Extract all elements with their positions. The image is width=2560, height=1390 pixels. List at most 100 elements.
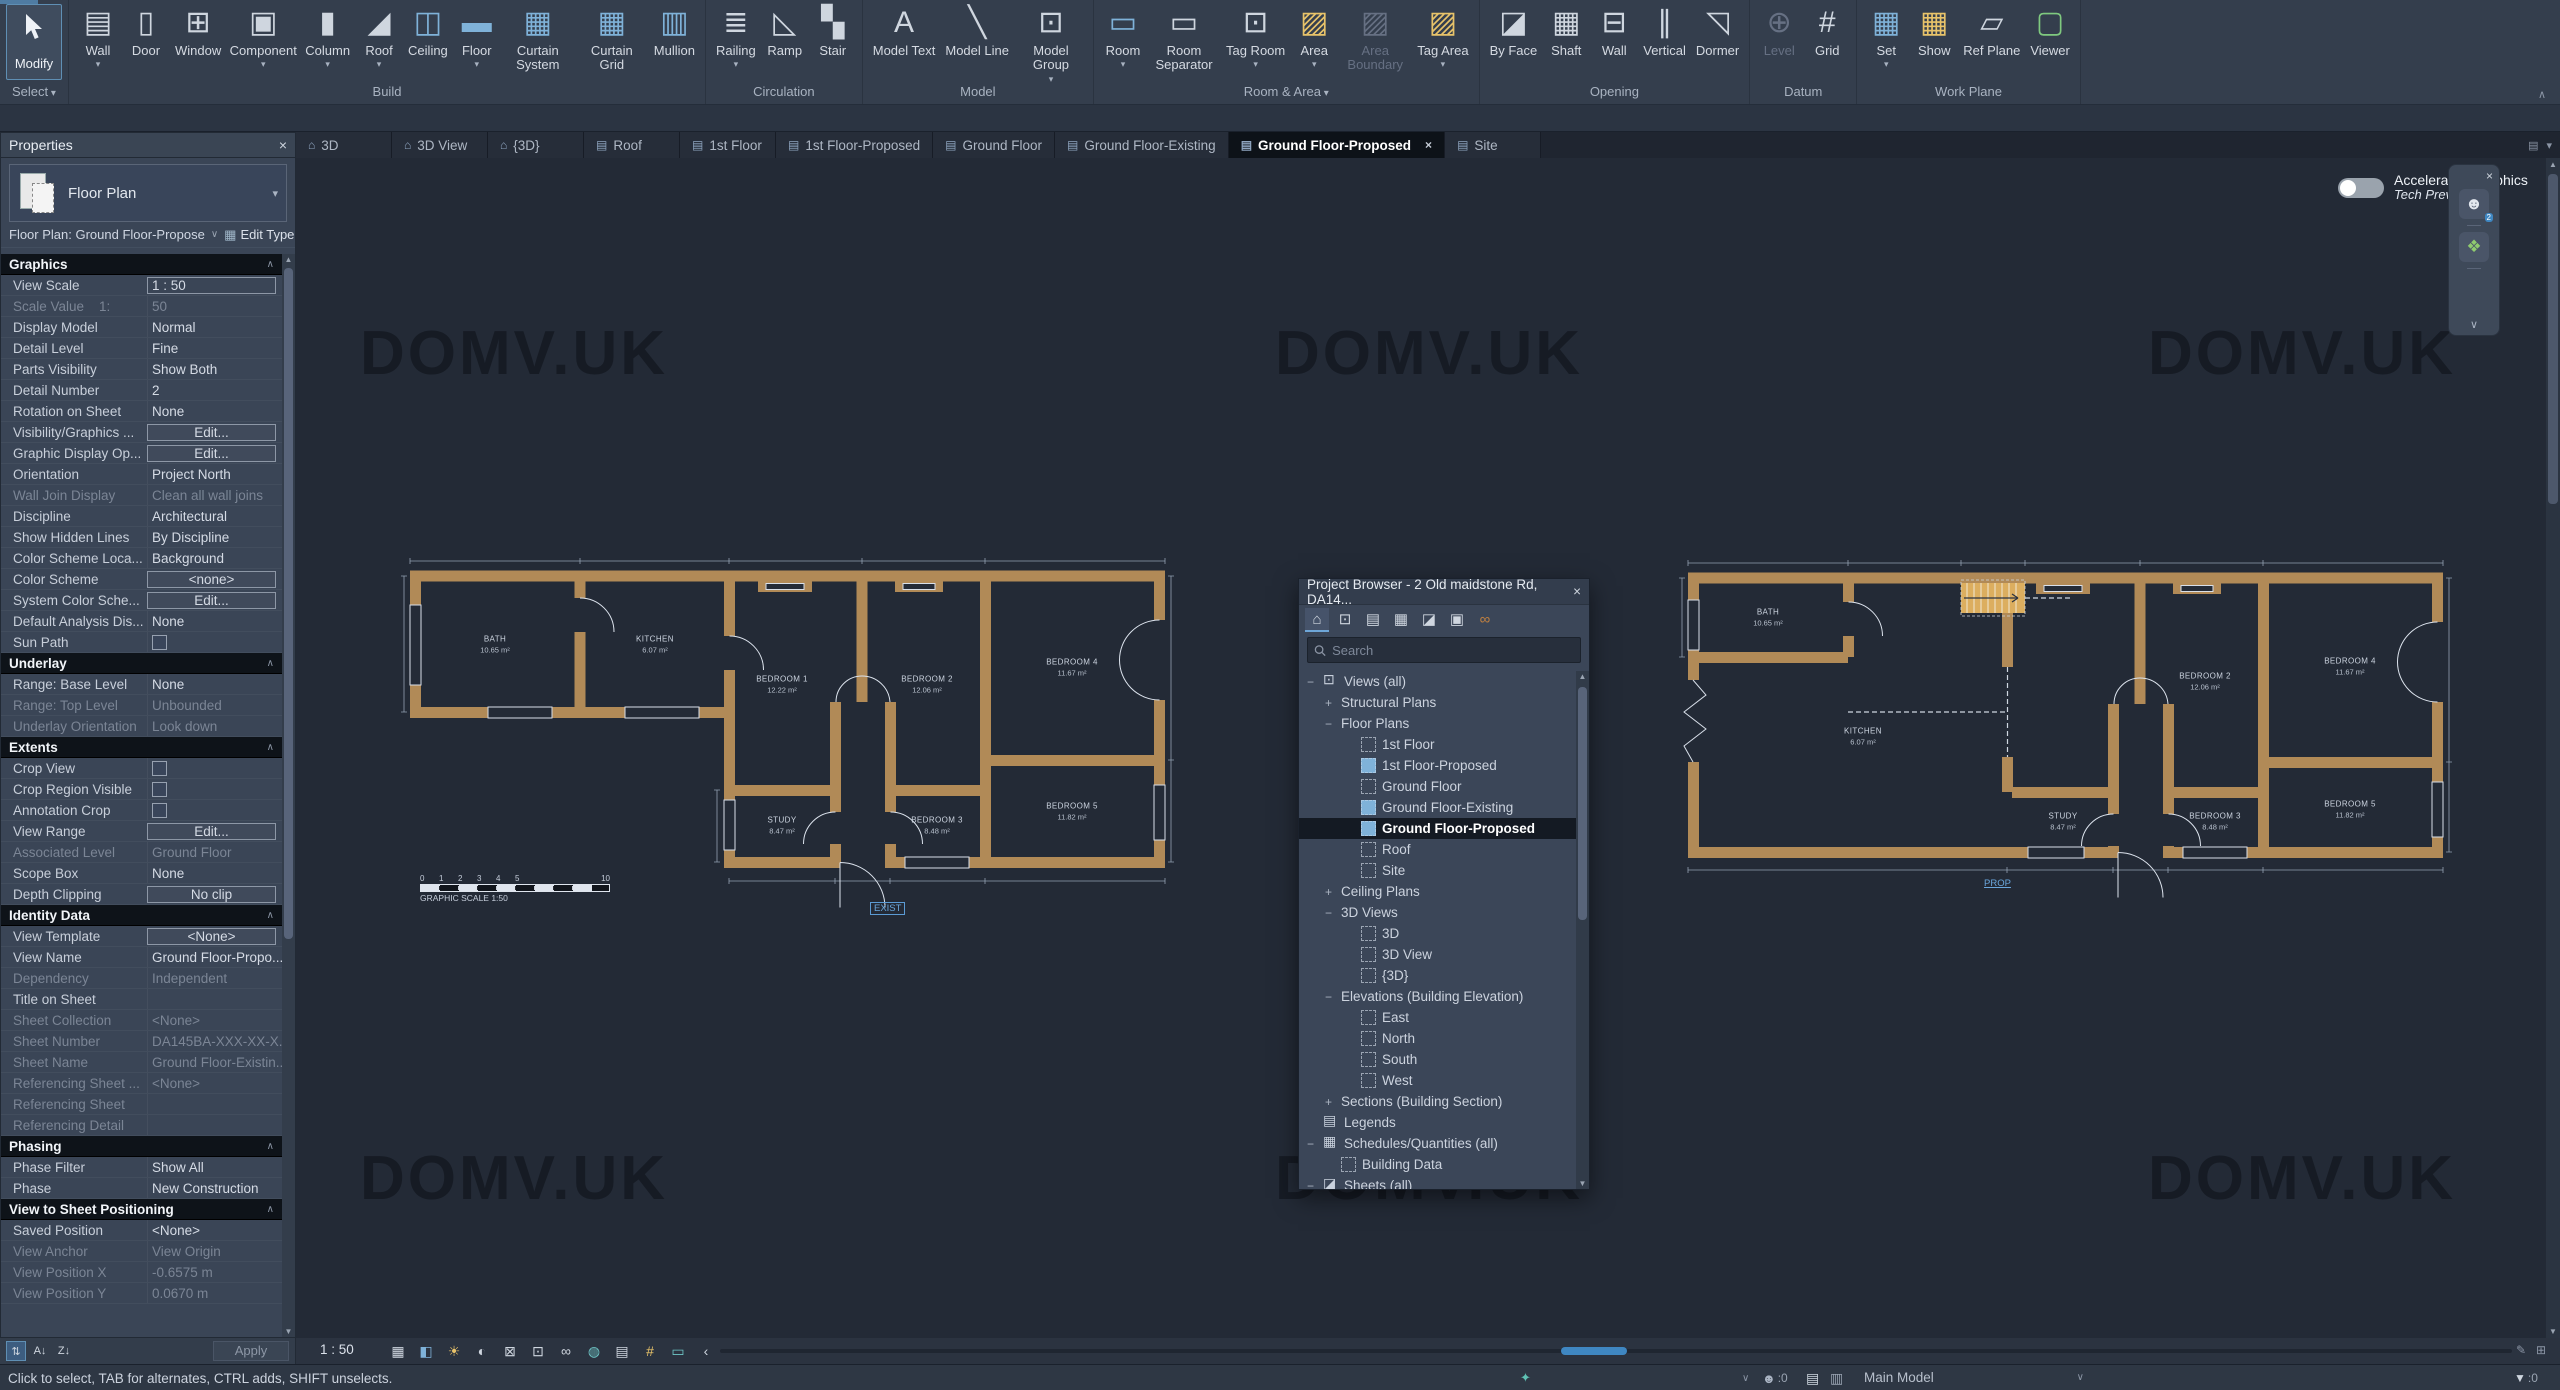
detail-level-icon[interactable]: ◧: [414, 1340, 438, 1362]
tree-item[interactable]: − Sheets (all): [1299, 1175, 1576, 1189]
tree-item[interactable]: + Ceiling Plans: [1299, 881, 1576, 902]
ribbon-button[interactable]: ▦ Show ▾: [1911, 4, 1957, 58]
close-icon[interactable]: ×: [1573, 584, 1581, 599]
property-value[interactable]: By Discipline: [147, 527, 282, 547]
view-tab[interactable]: ▤ 1st Floor-Proposed ×: [776, 132, 933, 158]
crop-view-icon[interactable]: ⊠: [498, 1340, 522, 1362]
scroll-up-icon[interactable]: ▲: [1576, 672, 1589, 681]
tree-item[interactable]: − Floor Plans: [1299, 713, 1576, 734]
pencil-icon[interactable]: ✎: [2516, 1343, 2526, 1357]
view-tab[interactable]: ▤ Ground Floor ×: [933, 132, 1055, 158]
expander[interactable]: +: [1325, 1095, 1341, 1109]
scroll-down-icon[interactable]: ▼: [282, 1327, 295, 1336]
ribbon-button[interactable]: ╲ Model Line ▾: [941, 4, 1013, 58]
scroll-up-icon[interactable]: ▲: [282, 255, 295, 264]
chevron-down-icon[interactable]: ▾: [272, 187, 278, 200]
worksets-dialog-icon[interactable]: ▤: [1806, 1365, 1819, 1390]
tree-item[interactable]: 1st Floor-Proposed: [1299, 755, 1576, 776]
chevron-down-icon[interactable]: ∨: [211, 229, 218, 240]
property-value[interactable]: Independent: [147, 968, 282, 988]
property-value[interactable]: Architectural: [147, 506, 282, 526]
view-tab[interactable]: ⌂ 3D ×: [296, 132, 392, 158]
property-value[interactable]: 0.0670 m: [147, 1283, 282, 1303]
ribbon-button[interactable]: ▦ Curtain System ▾: [502, 4, 574, 73]
properties-scrollbar[interactable]: ▲ ▼: [282, 254, 295, 1337]
ribbon-button[interactable]: ▱ Ref Plane ▾: [1959, 4, 2024, 58]
sort-ascending-icon[interactable]: A↓: [30, 1341, 50, 1361]
expander[interactable]: −: [1307, 1179, 1323, 1190]
tree-item[interactable]: North: [1299, 1028, 1576, 1049]
view-reference-label[interactable]: PROP: [1984, 878, 2011, 889]
ribbon-button[interactable]: ◺ Ramp ▾: [762, 4, 808, 58]
ribbon-button[interactable]: ⊡ Model Group ▾: [1015, 4, 1087, 83]
view-tab[interactable]: ▤ Ground Floor-Existing ×: [1055, 132, 1229, 158]
property-value[interactable]: Show All: [147, 1157, 282, 1177]
active-workset-select[interactable]: Main Model ∨: [1860, 1365, 2088, 1390]
property-value[interactable]: [147, 779, 282, 799]
project-browser-header[interactable]: Project Browser - 2 Old maidstone Rd, DA…: [1299, 579, 1589, 605]
ribbon-button[interactable]: ▭ Room Separator ▾: [1148, 4, 1220, 73]
property-value[interactable]: None: [147, 674, 282, 694]
tree-item[interactable]: Ground Floor-Proposed: [1299, 818, 1576, 839]
ribbon-button[interactable]: ≣ Railing ▾: [712, 4, 760, 68]
property-value[interactable]: Fine: [147, 338, 282, 358]
apply-button[interactable]: Apply: [213, 1341, 289, 1361]
ribbon-button[interactable]: ◹ Dormer ▾: [1692, 4, 1743, 58]
browser-groups-icon[interactable]: ▣: [1445, 608, 1469, 632]
expander[interactable]: −: [1325, 990, 1341, 1004]
ribbon-button[interactable]: ⊟ Wall ▾: [1591, 4, 1637, 58]
property-value[interactable]: Background: [147, 548, 282, 568]
property-value[interactable]: Unbounded: [147, 695, 282, 715]
tree-item[interactable]: 3D View: [1299, 944, 1576, 965]
property-value[interactable]: Edit...: [147, 592, 276, 609]
tree-item[interactable]: − Schedules/Quantities (all): [1299, 1133, 1576, 1154]
ribbon-collapse-icon[interactable]: ∧: [2538, 88, 2546, 101]
horizontal-scrollbar[interactable]: [720, 1349, 2512, 1353]
sun-path-icon[interactable]: ☀: [442, 1340, 466, 1362]
property-value[interactable]: 50: [147, 296, 282, 316]
property-value[interactable]: [147, 632, 282, 652]
tree-item[interactable]: {3D}: [1299, 965, 1576, 986]
property-value[interactable]: Project North: [147, 464, 282, 484]
ribbon-button[interactable]: A Model Text ▾: [869, 4, 940, 58]
ribbon-button[interactable]: ▮ Column ▾: [301, 4, 354, 68]
tree-item[interactable]: Roof: [1299, 839, 1576, 860]
property-value[interactable]: DA145BA-XXX-XX-X...: [147, 1031, 282, 1051]
property-value[interactable]: [147, 758, 282, 778]
tree-item[interactable]: Ground Floor: [1299, 776, 1576, 797]
ribbon-button[interactable]: ▥ Mullion ▾: [650, 4, 699, 58]
property-value[interactable]: None: [147, 401, 282, 421]
ribbon-button[interactable]: ▦ Shaft ▾: [1543, 4, 1589, 58]
temporary-view-properties-icon[interactable]: ▤: [610, 1340, 634, 1362]
tree-item[interactable]: West: [1299, 1070, 1576, 1091]
shapes-icon[interactable]: ❖: [2459, 232, 2489, 262]
property-value[interactable]: None: [147, 863, 282, 883]
temporary-hide-isolate-icon[interactable]: ◍: [582, 1340, 606, 1362]
close-icon[interactable]: ×: [279, 137, 287, 153]
browser-legends-icon[interactable]: ▤: [1361, 608, 1385, 632]
property-value[interactable]: Edit...: [147, 424, 276, 441]
property-value[interactable]: None: [147, 611, 282, 631]
property-value[interactable]: Ground Floor-Existin...: [147, 1052, 282, 1072]
view-tab[interactable]: ▤ Site ×: [1445, 132, 1541, 158]
ribbon-button[interactable]: ▤ Wall ▾: [75, 4, 121, 68]
expander[interactable]: −: [1307, 1137, 1323, 1151]
ribbon-button[interactable]: ▦ Set ▾: [1863, 4, 1909, 68]
ribbon-button[interactable]: ▦ Curtain Grid ▾: [576, 4, 648, 73]
ribbon-button[interactable]: ▭ Room ▾: [1100, 4, 1146, 68]
search-input[interactable]: [1332, 643, 1574, 658]
property-value[interactable]: View Origin: [147, 1241, 282, 1261]
drawing-area[interactable]: DOMV.UKDOMV.UKDOMV.UKDOMV.UKDOMV.UKDOMV.…: [296, 158, 2546, 1338]
reveal-hidden-elements-icon[interactable]: ∞: [554, 1340, 578, 1362]
tree-item[interactable]: − Elevations (Building Elevation): [1299, 986, 1576, 1007]
property-value[interactable]: [90, 905, 282, 925]
property-value[interactable]: Ground Floor: [147, 842, 282, 862]
tree-item[interactable]: − 3D Views: [1299, 902, 1576, 923]
ribbon-button[interactable]: ◫ Ceiling ▾: [404, 4, 452, 58]
tree-item[interactable]: East: [1299, 1007, 1576, 1028]
window-icon[interactable]: ⊞: [2536, 1343, 2546, 1357]
type-selector[interactable]: Floor Plan ▾: [9, 164, 287, 222]
view-tab[interactable]: ▤ Ground Floor-Proposed ×: [1229, 132, 1445, 158]
property-value[interactable]: <None>: [147, 1010, 282, 1030]
worksets-icon[interactable]: ✦: [1520, 1365, 1531, 1390]
